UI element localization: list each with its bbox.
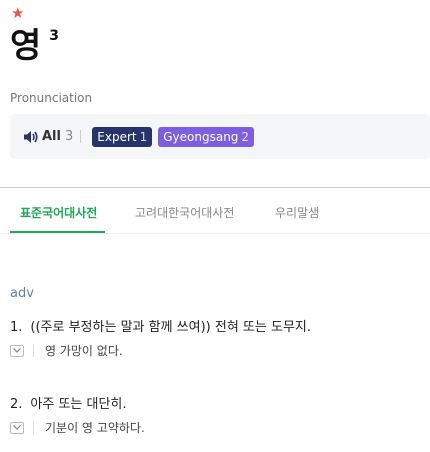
example-bar [33, 344, 34, 357]
expand-example-button[interactable] [10, 421, 24, 434]
definition-number: 2. [10, 397, 23, 412]
divider [80, 130, 82, 143]
part-of-speech: adv [10, 286, 34, 301]
definition-item: 2. 아주 또는 대단히. [10, 393, 127, 412]
tabs-divider [0, 233, 430, 234]
badge-gyeongsang-count: 2 [241, 129, 250, 144]
speaker-icon[interactable] [23, 130, 39, 144]
definition-text: 아주 또는 대단히. [30, 397, 127, 412]
tab-standard-dictionary[interactable]: 표준국어대사전 [20, 204, 97, 221]
pronunciation-label: Pronunciation [10, 91, 93, 105]
badge-expert-count: 1 [139, 129, 148, 144]
tab-korea-univ-dictionary[interactable]: 고려대한국어대사전 [135, 204, 234, 221]
example-bar [33, 421, 34, 434]
definition-number: 1. [10, 320, 23, 335]
headword: 영 3 [10, 26, 59, 66]
pronunciation-all-count: 3 [64, 129, 74, 144]
favorite-star-icon[interactable]: ★ [11, 4, 24, 22]
example-row: 영 가망이 없다. [10, 342, 123, 359]
badge-expert-label: Expert [97, 129, 137, 144]
badge-gyeongsang[interactable]: Gyeongsang 2 [158, 126, 255, 147]
definition-text: ((주로 부정하는 말과 함께 쓰여)) 전혀 또는 도무지. [30, 320, 311, 335]
dictionary-tabs: 표준국어대사전 고려대한국어대사전 우리말샘 [0, 188, 430, 234]
example-text: 영 가망이 없다. [45, 344, 123, 358]
homograph-number: 3 [49, 28, 60, 44]
example-row: 기분이 영 고약하다. [10, 419, 145, 436]
expand-example-button[interactable] [10, 344, 24, 357]
badge-gyeongsang-label: Gyeongsang [163, 129, 239, 144]
pronunciation-all-button[interactable]: All [42, 129, 61, 144]
tab-urimalsaem[interactable]: 우리말샘 [275, 204, 319, 221]
example-text: 기분이 영 고약하다. [45, 421, 145, 435]
pronunciation-panel: All 3 Expert 1 Gyeongsang 2 [10, 114, 430, 159]
chevron-down-icon [13, 425, 21, 430]
definition-item: 1. ((주로 부정하는 말과 함께 쓰여)) 전혀 또는 도무지. [10, 316, 311, 335]
badge-expert[interactable]: Expert 1 [92, 126, 153, 147]
chevron-down-icon [13, 348, 21, 353]
headword-text: 영 [10, 26, 42, 66]
